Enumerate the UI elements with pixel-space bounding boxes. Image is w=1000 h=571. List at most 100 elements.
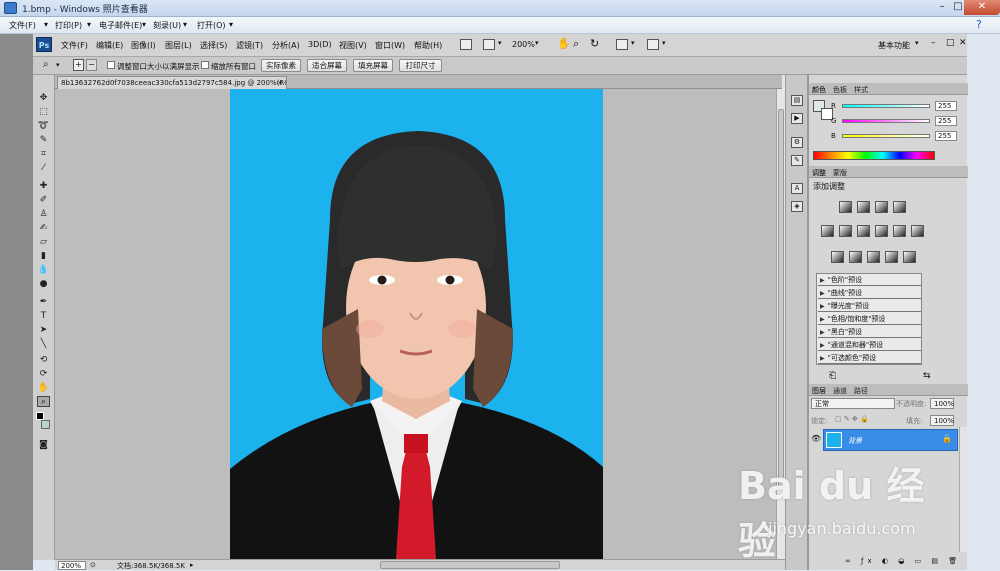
- tab-adjustments[interactable]: 调整: [812, 168, 826, 178]
- green-slider[interactable]: G 255: [831, 116, 957, 126]
- zoom-tool-icon[interactable]: ⌕: [37, 396, 50, 407]
- preset-levels[interactable]: ▶ "色阶"预设: [818, 275, 921, 286]
- eyedropper-tool-icon[interactable]: ⁄: [37, 163, 50, 174]
- screen-mode-icon[interactable]: [647, 39, 659, 50]
- blend-mode-select[interactable]: 正常: [811, 398, 895, 409]
- red-value-field[interactable]: 255: [935, 101, 957, 111]
- viewer-menu-print[interactable]: 打印(P): [55, 20, 82, 31]
- status-zoom-field[interactable]: 200%: [58, 561, 86, 570]
- print-size-button[interactable]: 打印尺寸: [399, 59, 442, 72]
- blur-tool-icon[interactable]: 💧: [37, 265, 50, 276]
- blue-value-field[interactable]: 255: [935, 131, 957, 141]
- posterize-icon[interactable]: [849, 251, 862, 263]
- adjustments-options-icon[interactable]: ⇆: [923, 371, 931, 381]
- view-extras-icon[interactable]: [483, 39, 495, 50]
- selective-color-icon[interactable]: [903, 251, 916, 263]
- ps-menu-view[interactable]: 视图(V): [339, 40, 367, 51]
- vibrance-icon[interactable]: [821, 225, 834, 237]
- brightness-contrast-icon[interactable]: [839, 201, 852, 213]
- resize-windows-checkbox[interactable]: [107, 61, 115, 69]
- foreground-color-swatch[interactable]: [36, 412, 44, 420]
- green-value-field[interactable]: 255: [935, 116, 957, 126]
- channel-mixer-icon[interactable]: [911, 225, 924, 237]
- history-brush-tool-icon[interactable]: ✍: [37, 223, 50, 234]
- red-slider[interactable]: R 255: [831, 101, 957, 111]
- preset-curves[interactable]: ▶ "曲线"预设: [818, 288, 921, 299]
- brushes-panel-icon[interactable]: ✎: [791, 155, 803, 166]
- actions-panel-icon[interactable]: ▶: [791, 113, 803, 124]
- green-slider-track[interactable]: [842, 119, 930, 123]
- preset-selective-color[interactable]: ▶ "可选颜色"预设: [818, 353, 921, 364]
- ps-menu-filter[interactable]: 滤镜(T): [236, 40, 263, 51]
- crop-tool-icon[interactable]: ⌗: [37, 149, 50, 160]
- ps-menu-help[interactable]: 帮助(H): [414, 40, 442, 51]
- rotate-view-icon[interactable]: ↻: [590, 37, 599, 50]
- path-selection-tool-icon[interactable]: ➤: [37, 325, 50, 336]
- move-tool-icon[interactable]: ✥: [37, 93, 50, 104]
- id-photo[interactable]: [230, 89, 603, 559]
- preset-hue-saturation[interactable]: ▶ "色相/饱和度"预设: [818, 314, 921, 325]
- quick-mask-icon[interactable]: ◙: [37, 440, 50, 451]
- eraser-tool-icon[interactable]: ▱: [37, 237, 50, 248]
- preset-black-white[interactable]: ▶ "黑白"预设: [818, 327, 921, 338]
- tab-layers[interactable]: 图层: [812, 386, 826, 396]
- invert-icon[interactable]: [831, 251, 844, 263]
- zoom-tool-icon[interactable]: ⌕: [573, 37, 579, 51]
- zoom-in-icon[interactable]: +: [73, 59, 84, 71]
- horizontal-scrollbar-thumb[interactable]: [380, 561, 560, 569]
- curves-icon[interactable]: [875, 201, 888, 213]
- canvas-area[interactable]: [55, 89, 776, 559]
- layers-scrollbar[interactable]: [959, 427, 967, 552]
- brush-tool-icon[interactable]: ✐: [37, 195, 50, 206]
- levels-icon[interactable]: [857, 201, 870, 213]
- ps-menu-select[interactable]: 选择(S): [200, 40, 227, 51]
- threshold-icon[interactable]: [867, 251, 880, 263]
- viewer-menu-file[interactable]: 文件(F): [9, 20, 36, 31]
- ps-menu-window[interactable]: 窗口(W): [375, 40, 405, 51]
- 3d-rotate-tool-icon[interactable]: ⟲: [37, 355, 50, 366]
- exposure-icon[interactable]: [893, 201, 906, 213]
- tab-styles[interactable]: 样式: [854, 85, 868, 95]
- ps-menu-file[interactable]: 文件(F): [61, 40, 88, 51]
- status-info-icon[interactable]: ⊙: [90, 561, 96, 569]
- gradient-tool-icon[interactable]: ▮: [37, 251, 50, 262]
- ps-menu-layer[interactable]: 图层(L): [165, 40, 192, 51]
- clone-stamp-tool-icon[interactable]: ♙: [37, 209, 50, 220]
- marquee-tool-icon[interactable]: ⬚: [37, 107, 50, 118]
- hand-tool-icon[interactable]: ✋: [37, 383, 50, 394]
- ps-close-button[interactable]: ✕: [959, 38, 967, 48]
- blue-slider-track[interactable]: [842, 134, 930, 138]
- actual-pixels-button[interactable]: 实际像素: [261, 59, 301, 72]
- ps-menu-edit[interactable]: 编辑(E): [96, 40, 123, 51]
- tab-swatches[interactable]: 色板: [833, 85, 847, 95]
- preset-exposure[interactable]: ▶ "曝光度"预设: [818, 301, 921, 312]
- tab-channels[interactable]: 通道: [833, 386, 847, 396]
- clone-source-panel-icon[interactable]: ◈: [791, 201, 803, 212]
- hue-saturation-icon[interactable]: [839, 225, 852, 237]
- close-button[interactable]: ✕: [964, 0, 1000, 15]
- character-panel-icon[interactable]: A: [791, 183, 803, 194]
- arrange-documents-icon[interactable]: [616, 39, 628, 50]
- 3d-panel-icon[interactable]: ⚙: [791, 137, 803, 148]
- ps-minimize-button[interactable]: –: [931, 38, 936, 48]
- type-tool-icon[interactable]: T: [37, 311, 50, 322]
- healing-brush-tool-icon[interactable]: ✚: [37, 181, 50, 192]
- pen-tool-icon[interactable]: ✒: [37, 297, 50, 308]
- viewer-menu-email[interactable]: 电子邮件(E): [99, 20, 142, 31]
- tab-paths[interactable]: 路径: [854, 386, 868, 396]
- status-menu-arrow-icon[interactable]: ▸: [190, 561, 194, 569]
- viewer-menu-burn[interactable]: 刻录(U): [153, 20, 181, 31]
- zoom-all-windows-checkbox[interactable]: [201, 61, 209, 69]
- red-slider-track[interactable]: [842, 104, 930, 108]
- preset-channel-mixer[interactable]: ▶ "通道混和器"预设: [818, 340, 921, 351]
- layer-background[interactable]: 背景 🔒: [823, 429, 958, 451]
- gradient-map-icon[interactable]: [885, 251, 898, 263]
- shape-tool-icon[interactable]: ╲: [37, 339, 50, 350]
- ps-menu-3d[interactable]: 3D(D): [308, 40, 332, 49]
- workspace-switcher[interactable]: 基本功能: [878, 40, 910, 51]
- tab-close-icon[interactable]: ×: [277, 77, 283, 89]
- tab-color[interactable]: 颜色: [812, 85, 826, 95]
- background-color-swatch[interactable]: [41, 420, 50, 429]
- ps-menu-image[interactable]: 图像(I): [131, 40, 156, 51]
- help-icon[interactable]: ?: [976, 18, 982, 31]
